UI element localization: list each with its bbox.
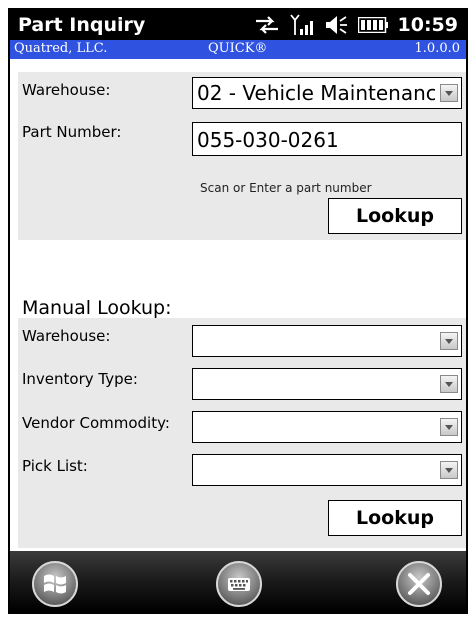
volume-icon <box>325 16 347 34</box>
part-number-label: Part Number: <box>22 123 122 141</box>
manual-lookup-panel: Warehouse: Inventory Type: Vendor Commod… <box>18 318 466 548</box>
title-bar: Part Inquiry 10:59 <box>10 10 466 40</box>
company-name: Quatred, LLC. <box>14 41 108 56</box>
chevron-down-icon[interactable] <box>440 461 458 479</box>
manual-lookup-button[interactable]: Lookup <box>328 500 462 536</box>
start-button[interactable] <box>32 561 78 607</box>
manual-warehouse-dropdown[interactable] <box>192 325 462 357</box>
battery-icon <box>357 17 388 33</box>
version-number: 1.0.0.0 <box>414 41 460 56</box>
info-bar: Quatred, LLC. QUICK® 1.0.0.0 <box>10 40 466 59</box>
main-content: Warehouse: 02 - Vehicle Maintenanc Part … <box>10 59 466 551</box>
part-number-value: 055-030-0261 <box>197 128 339 152</box>
warehouse-label: Warehouse: <box>22 81 111 99</box>
warehouse-dropdown-value: 02 - Vehicle Maintenanc <box>197 81 435 105</box>
keyboard-button[interactable] <box>216 561 262 607</box>
clock: 10:59 <box>397 14 458 36</box>
lookup-button[interactable]: Lookup <box>328 198 462 234</box>
status-icons: 10:59 <box>254 13 458 37</box>
signal-icon <box>289 14 313 35</box>
inventory-type-label: Inventory Type: <box>22 370 138 388</box>
inventory-type-dropdown[interactable] <box>192 368 462 400</box>
manual-lookup-heading: Manual Lookup: <box>22 297 172 319</box>
product-name: QUICK® <box>208 41 268 56</box>
chevron-down-icon[interactable] <box>440 418 458 436</box>
warehouse-dropdown[interactable]: 02 - Vehicle Maintenanc <box>192 77 462 109</box>
chevron-down-icon[interactable] <box>440 332 458 350</box>
keyboard-icon <box>228 578 250 591</box>
chevron-down-icon[interactable] <box>440 375 458 393</box>
pick-list-dropdown[interactable] <box>192 454 462 486</box>
pick-list-label: Pick List: <box>22 457 88 475</box>
manual-warehouse-label: Warehouse: <box>22 327 111 345</box>
bottom-bar <box>10 551 466 612</box>
close-icon <box>408 573 430 595</box>
close-button[interactable] <box>396 561 442 607</box>
vendor-commodity-dropdown[interactable] <box>192 411 462 443</box>
app-title: Part Inquiry <box>18 14 146 36</box>
sync-icon <box>255 16 278 34</box>
device-frame: Part Inquiry 10:59 Quatred, LLC. QUICK® … <box>8 8 468 614</box>
part-number-input[interactable]: 055-030-0261 <box>192 122 462 156</box>
chevron-down-icon[interactable] <box>440 84 458 102</box>
part-number-hint: Scan or Enter a part number <box>200 181 372 195</box>
vendor-commodity-label: Vendor Commodity: <box>22 414 170 432</box>
windows-start-icon <box>44 574 66 594</box>
quick-lookup-panel: Warehouse: 02 - Vehicle Maintenanc Part … <box>18 72 466 240</box>
